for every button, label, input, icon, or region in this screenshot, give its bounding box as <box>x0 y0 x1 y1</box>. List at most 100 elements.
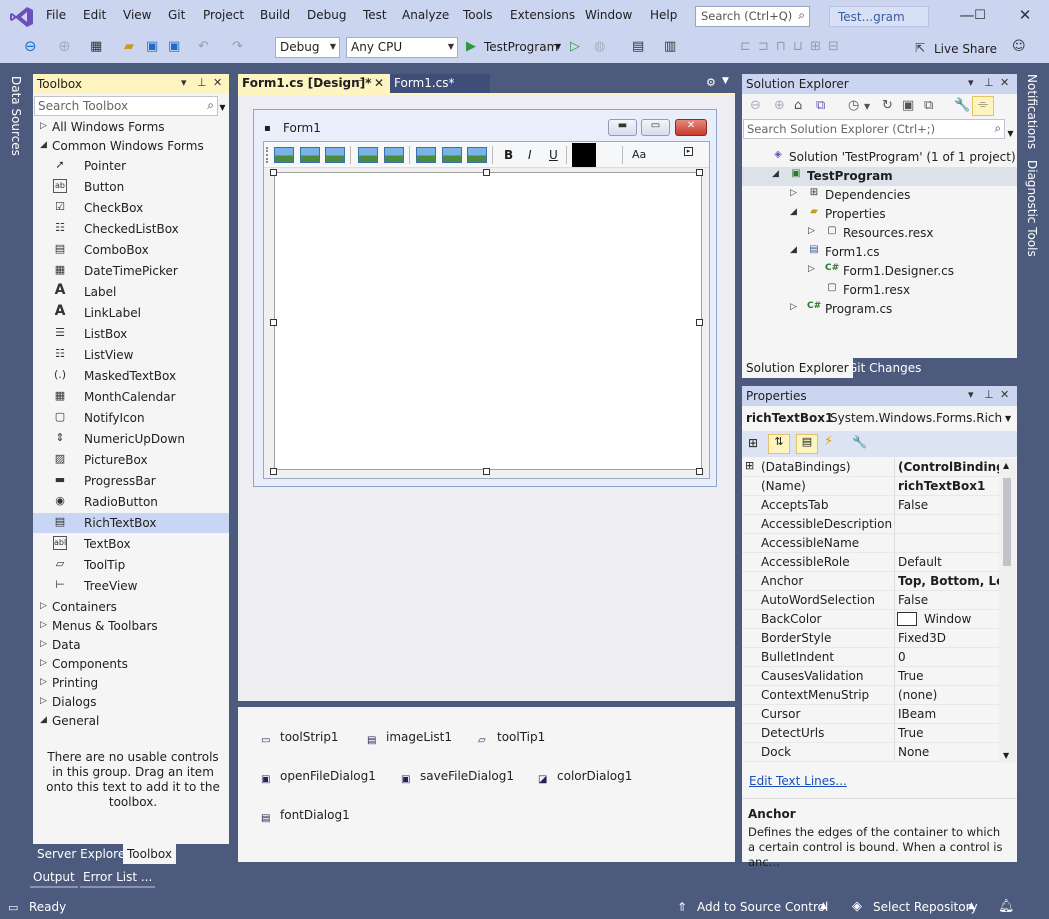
browse-icon[interactable]: ▤ <box>632 39 644 54</box>
font-button[interactable]: Aa <box>632 148 646 161</box>
close-icon[interactable]: ✕ <box>374 76 384 90</box>
tree-node-form1-resx[interactable]: ▢ Form1.resx <box>742 281 1017 300</box>
component-tray[interactable]: ▭ toolStrip1 ▤ imageList1 ▱ toolTip1 ▣ openFile… <box>238 707 735 862</box>
toolbox-item-numericupdown[interactable]: ⇕ NumericUpDown <box>33 429 229 449</box>
tray-component-openfiledialog1[interactable]: ▣ openFileDialog1 <box>261 769 376 787</box>
toolbox-item-progressbar[interactable]: ▬ ProgressBar <box>33 471 229 491</box>
undo-icon[interactable]: ↶ <box>198 39 209 54</box>
italic-button[interactable]: I <box>528 148 532 162</box>
close-icon[interactable]: ✕ <box>1000 388 1009 401</box>
menu-extensions[interactable]: Extensions <box>510 8 575 22</box>
tree-node-testprogram[interactable]: ◢ ▣ TestProgram <box>742 167 1017 186</box>
resize-handle[interactable] <box>696 468 703 475</box>
add-to-source-control-button[interactable]: Add to Source Control <box>697 900 828 914</box>
toolbox-category[interactable]: ◢ General <box>33 712 229 731</box>
expand-plus-icon[interactable]: ⊞ <box>745 459 754 472</box>
resize-handle[interactable] <box>696 319 703 326</box>
tab-solution-explorer[interactable]: Solution Explorer <box>742 358 853 378</box>
property-value[interactable]: False <box>898 593 928 607</box>
toolbox-item-tooltip[interactable]: ▱ ToolTip <box>33 555 229 575</box>
collapse-arrow-icon[interactable]: ◢ <box>40 715 47 725</box>
grip-icon[interactable] <box>266 147 269 163</box>
menu-debug[interactable]: Debug <box>307 8 346 22</box>
pin-icon[interactable]: ⊥ <box>984 388 994 401</box>
property-row-borderstyle[interactable]: BorderStyle Fixed3D <box>742 629 999 648</box>
collapse-arrow-icon[interactable]: ◢ <box>772 169 779 179</box>
notification-bell-icon[interactable]: 🔔︎ <box>998 899 1015 914</box>
diagnostic-tools-tab[interactable]: Diagnostic Tools <box>1025 160 1039 257</box>
redo-icon[interactable]: ↷ <box>232 39 243 54</box>
expand-arrow-icon[interactable]: ▷ <box>40 601 47 611</box>
tab-form1-code[interactable]: Form1.cs* <box>390 74 490 93</box>
layout-icon[interactable]: ▥ <box>664 39 676 54</box>
collapse-arrow-icon[interactable]: ◢ <box>790 207 797 217</box>
toolbox-category[interactable]: ▷ Components <box>33 655 229 674</box>
menu-file[interactable]: File <box>46 8 66 22</box>
toolbox-item-richtextbox[interactable]: ▤ RichTextBox <box>33 513 229 533</box>
property-row-accessiblename[interactable]: AccessibleName <box>742 534 999 553</box>
tab-form1-design[interactable]: Form1.cs [Design]* ⊣ ✕ <box>238 74 390 93</box>
open-file-icon[interactable]: ▰ <box>124 39 134 54</box>
chevron-down-icon[interactable]: ▼ <box>555 42 561 51</box>
scroll-up-icon[interactable]: ▲ <box>1003 461 1009 470</box>
toolbox-category[interactable]: ▷ Menus & Toolbars <box>33 617 229 636</box>
property-value[interactable]: None <box>898 745 929 759</box>
toolbox-item-maskedtextbox[interactable]: (.) MaskedTextBox <box>33 366 229 386</box>
gear-icon[interactable]: ⚙ <box>706 76 716 89</box>
property-row-databindings[interactable]: ⊞ (DataBindings) (ControlBindings) <box>742 458 999 477</box>
tree-node-program-cs[interactable]: ▷ C# Program.cs <box>742 300 1017 319</box>
property-value[interactable]: IBeam <box>898 707 936 721</box>
menu-help[interactable]: Help <box>650 8 677 22</box>
start-without-debugging-icon[interactable]: ▷ <box>570 39 580 54</box>
property-row-acceptstab[interactable]: AcceptsTab False <box>742 496 999 515</box>
toolbox-category[interactable]: ▷ All Windows Forms <box>33 118 229 137</box>
property-row-contextmenustrip[interactable]: ContextMenuStrip (none) <box>742 686 999 705</box>
property-value[interactable]: Window <box>924 612 971 626</box>
notifications-tab[interactable]: Notifications <box>1025 74 1039 149</box>
scroll-down-icon[interactable]: ▼ <box>1003 751 1009 760</box>
menu-edit[interactable]: Edit <box>83 8 106 22</box>
toolbox-item-combobox[interactable]: ▤ ComboBox <box>33 240 229 260</box>
visual-studio-logo-icon[interactable] <box>10 6 34 28</box>
menu-project[interactable]: Project <box>203 8 244 22</box>
property-value[interactable]: True <box>898 669 924 683</box>
resize-handle[interactable] <box>270 169 277 176</box>
property-row-anchor[interactable]: Anchor Top, Bottom, Left, <box>742 572 999 591</box>
toolbox-item-checkedlistbox[interactable]: ☷ CheckedListBox <box>33 219 229 239</box>
tree-node-resources-resx[interactable]: ▷ ▢ Resources.resx <box>742 224 1017 243</box>
property-row-detecturls[interactable]: DetectUrls True <box>742 724 999 743</box>
live-share-button[interactable]: Live Share <box>934 42 997 56</box>
property-value[interactable]: richTextBox1 <box>898 479 985 493</box>
platform-combo[interactable]: Any CPU ▼ <box>346 37 458 58</box>
scroll-thumb[interactable] <box>1003 478 1011 566</box>
tray-component-fontdialog1[interactable]: ▤ fontDialog1 <box>261 808 350 826</box>
toolbox-item-treeview[interactable]: ⊢ TreeView <box>33 576 229 596</box>
chevron-up-icon[interactable]: ▲ <box>820 901 827 911</box>
toolbox-item-datetimepicker[interactable]: ▦ DateTimePicker <box>33 261 229 281</box>
expand-arrow-icon[interactable]: ▷ <box>40 639 47 649</box>
property-value[interactable]: 0 <box>898 650 906 664</box>
data-sources-tab[interactable]: Data Sources <box>9 76 23 156</box>
chevron-down-icon[interactable]: ▼ <box>722 76 729 86</box>
save-all-icon[interactable]: ▣ <box>168 39 180 54</box>
toolbox-item-radiobutton[interactable]: ◉ RadioButton <box>33 492 229 512</box>
toolbox-category[interactable]: ▷ Printing <box>33 674 229 693</box>
menu-window[interactable]: Window <box>585 8 632 22</box>
toolbox-item-listview[interactable]: ☷ ListView <box>33 345 229 365</box>
alphabetical-icon[interactable]: ⇅ <box>768 434 790 454</box>
form-maximize-button[interactable]: ▭ <box>641 119 670 136</box>
menu-view[interactable]: View <box>123 8 151 22</box>
properties-view-icon[interactable]: ▤ <box>796 434 818 454</box>
expand-arrow-icon[interactable]: ▷ <box>808 226 815 236</box>
toolbox-item-linklabel[interactable]: A LinkLabel <box>33 303 229 323</box>
chevron-down-icon[interactable]: ▼ <box>1005 414 1011 423</box>
property-row-causesvalidation[interactable]: CausesValidation True <box>742 667 999 686</box>
search-box[interactable]: Search (Ctrl+Q) ⌕ <box>695 6 810 27</box>
toolstrip-image-button-icon[interactable] <box>442 147 462 163</box>
form-window[interactable]: ▪ Form1 ▬ ▭ ✕ B I U Aa ▸ <box>253 109 717 487</box>
menu-analyze[interactable]: Analyze <box>402 8 449 22</box>
tree-node-properties[interactable]: ◢ ▰ Properties <box>742 205 1017 224</box>
error-list-tab[interactable]: Error List ... <box>80 868 156 888</box>
pin-icon[interactable]: ⊣ <box>356 76 365 87</box>
toolbox-item-picturebox[interactable]: ▨ PictureBox <box>33 450 229 470</box>
